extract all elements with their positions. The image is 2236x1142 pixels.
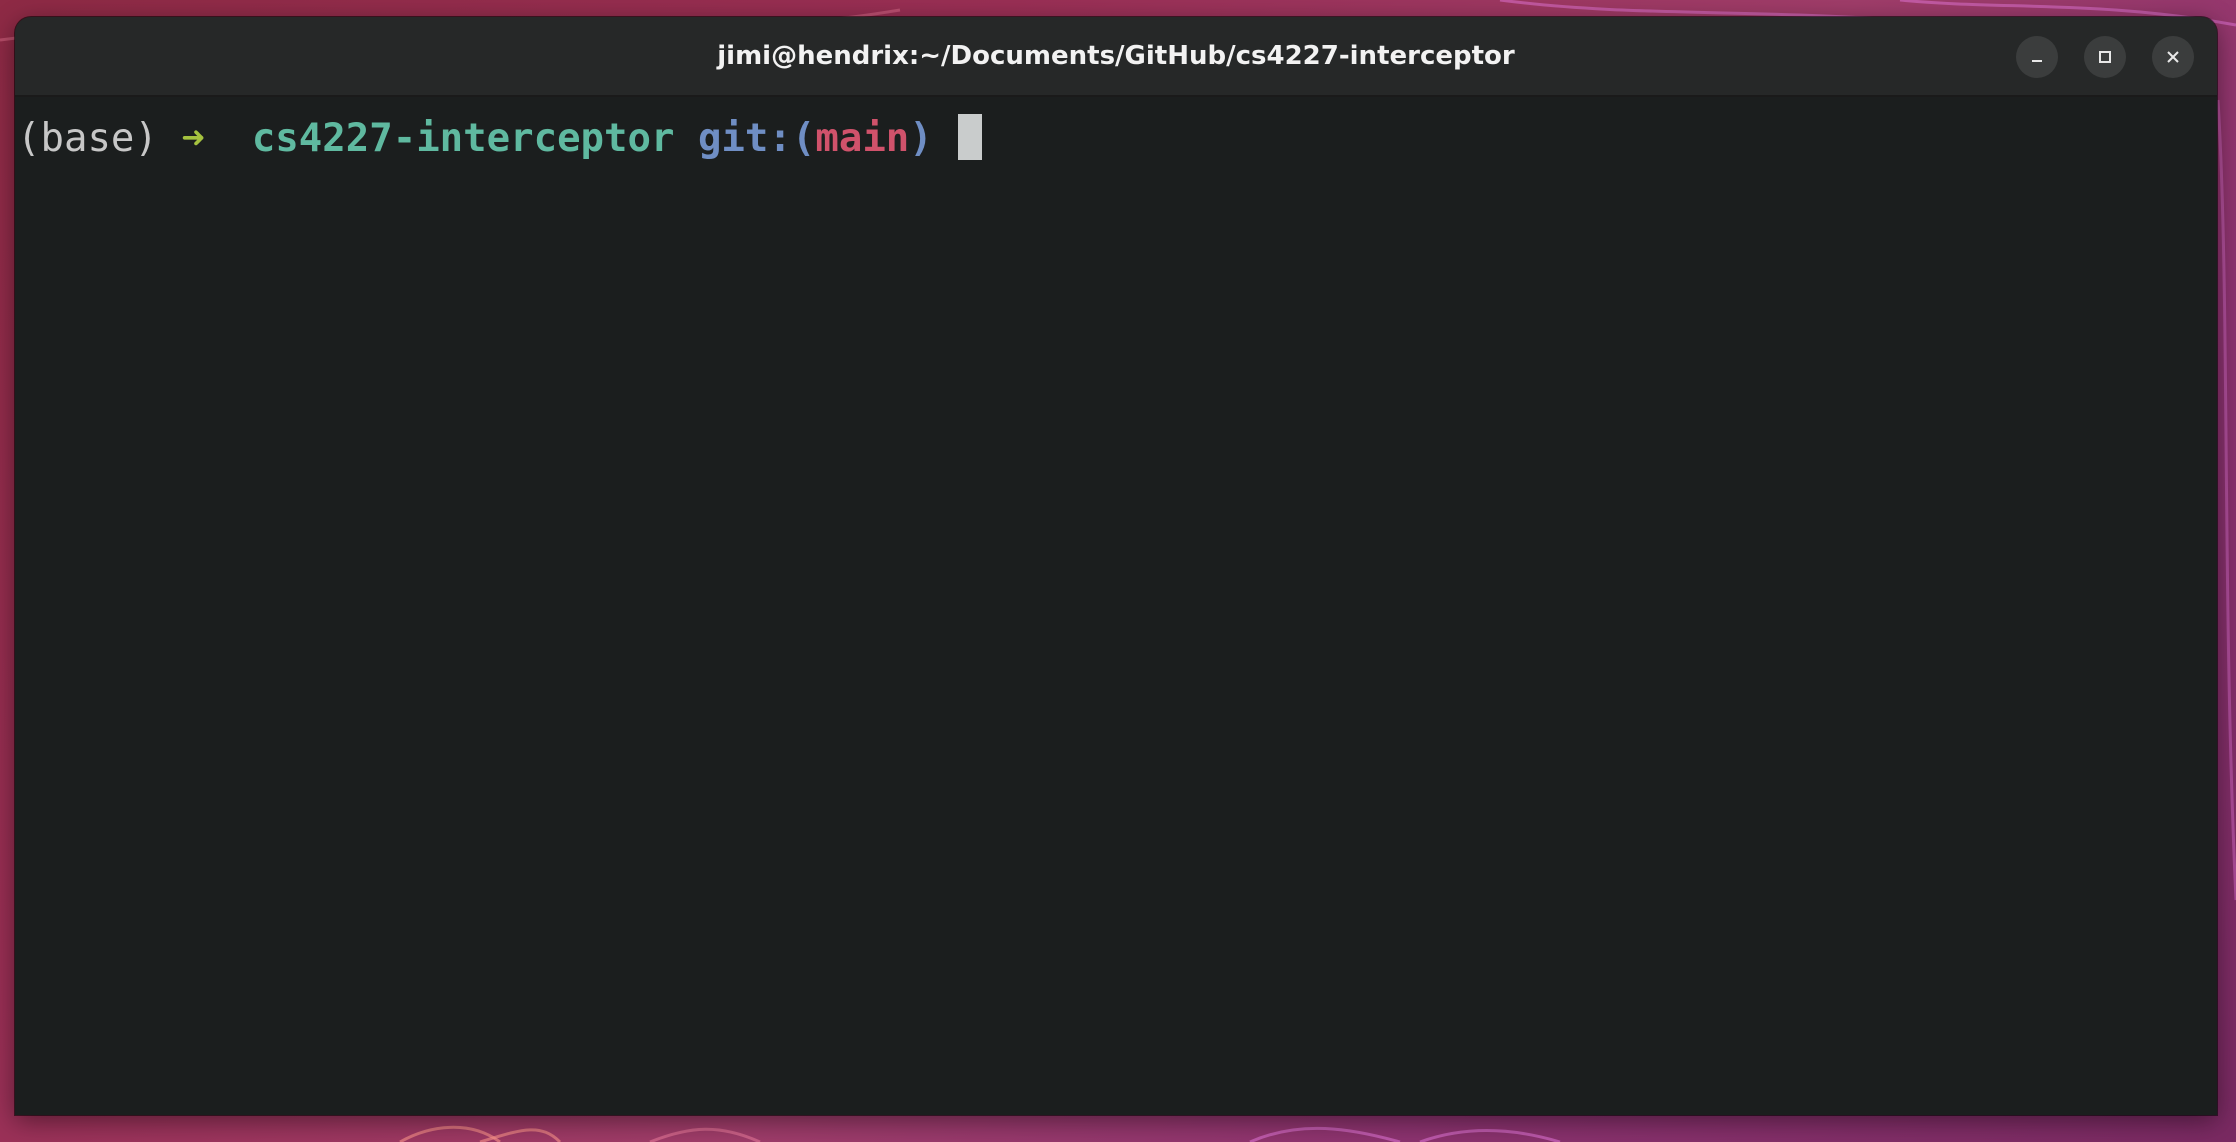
current-directory: cs4227-interceptor <box>251 116 675 161</box>
prompt-arrow: ➜ <box>181 116 205 161</box>
minimize-button[interactable] <box>2016 36 2058 78</box>
terminal-area[interactable]: (base) ➜ cs4227-interceptor git:(main) <box>15 97 2217 1115</box>
git-label: git:( <box>697 116 816 161</box>
conda-env: (base) <box>17 116 158 161</box>
terminal-window: jimi@hendrix:~/Documents/GitHub/cs4227-i… <box>15 17 2217 1115</box>
minimize-icon <box>2032 60 2042 62</box>
prompt-line: (base) ➜ cs4227-interceptor git:(main) <box>17 111 983 167</box>
text-cursor <box>958 114 983 160</box>
title-bar[interactable]: jimi@hendrix:~/Documents/GitHub/cs4227-i… <box>15 17 2217 97</box>
git-close-paren: ) <box>909 116 933 161</box>
git-branch: main <box>815 116 910 161</box>
maximize-icon <box>2099 51 2111 63</box>
close-button[interactable] <box>2152 36 2194 78</box>
maximize-button[interactable] <box>2084 36 2126 78</box>
close-icon <box>2167 51 2179 63</box>
window-title: jimi@hendrix:~/Documents/GitHub/cs4227-i… <box>717 41 1515 71</box>
